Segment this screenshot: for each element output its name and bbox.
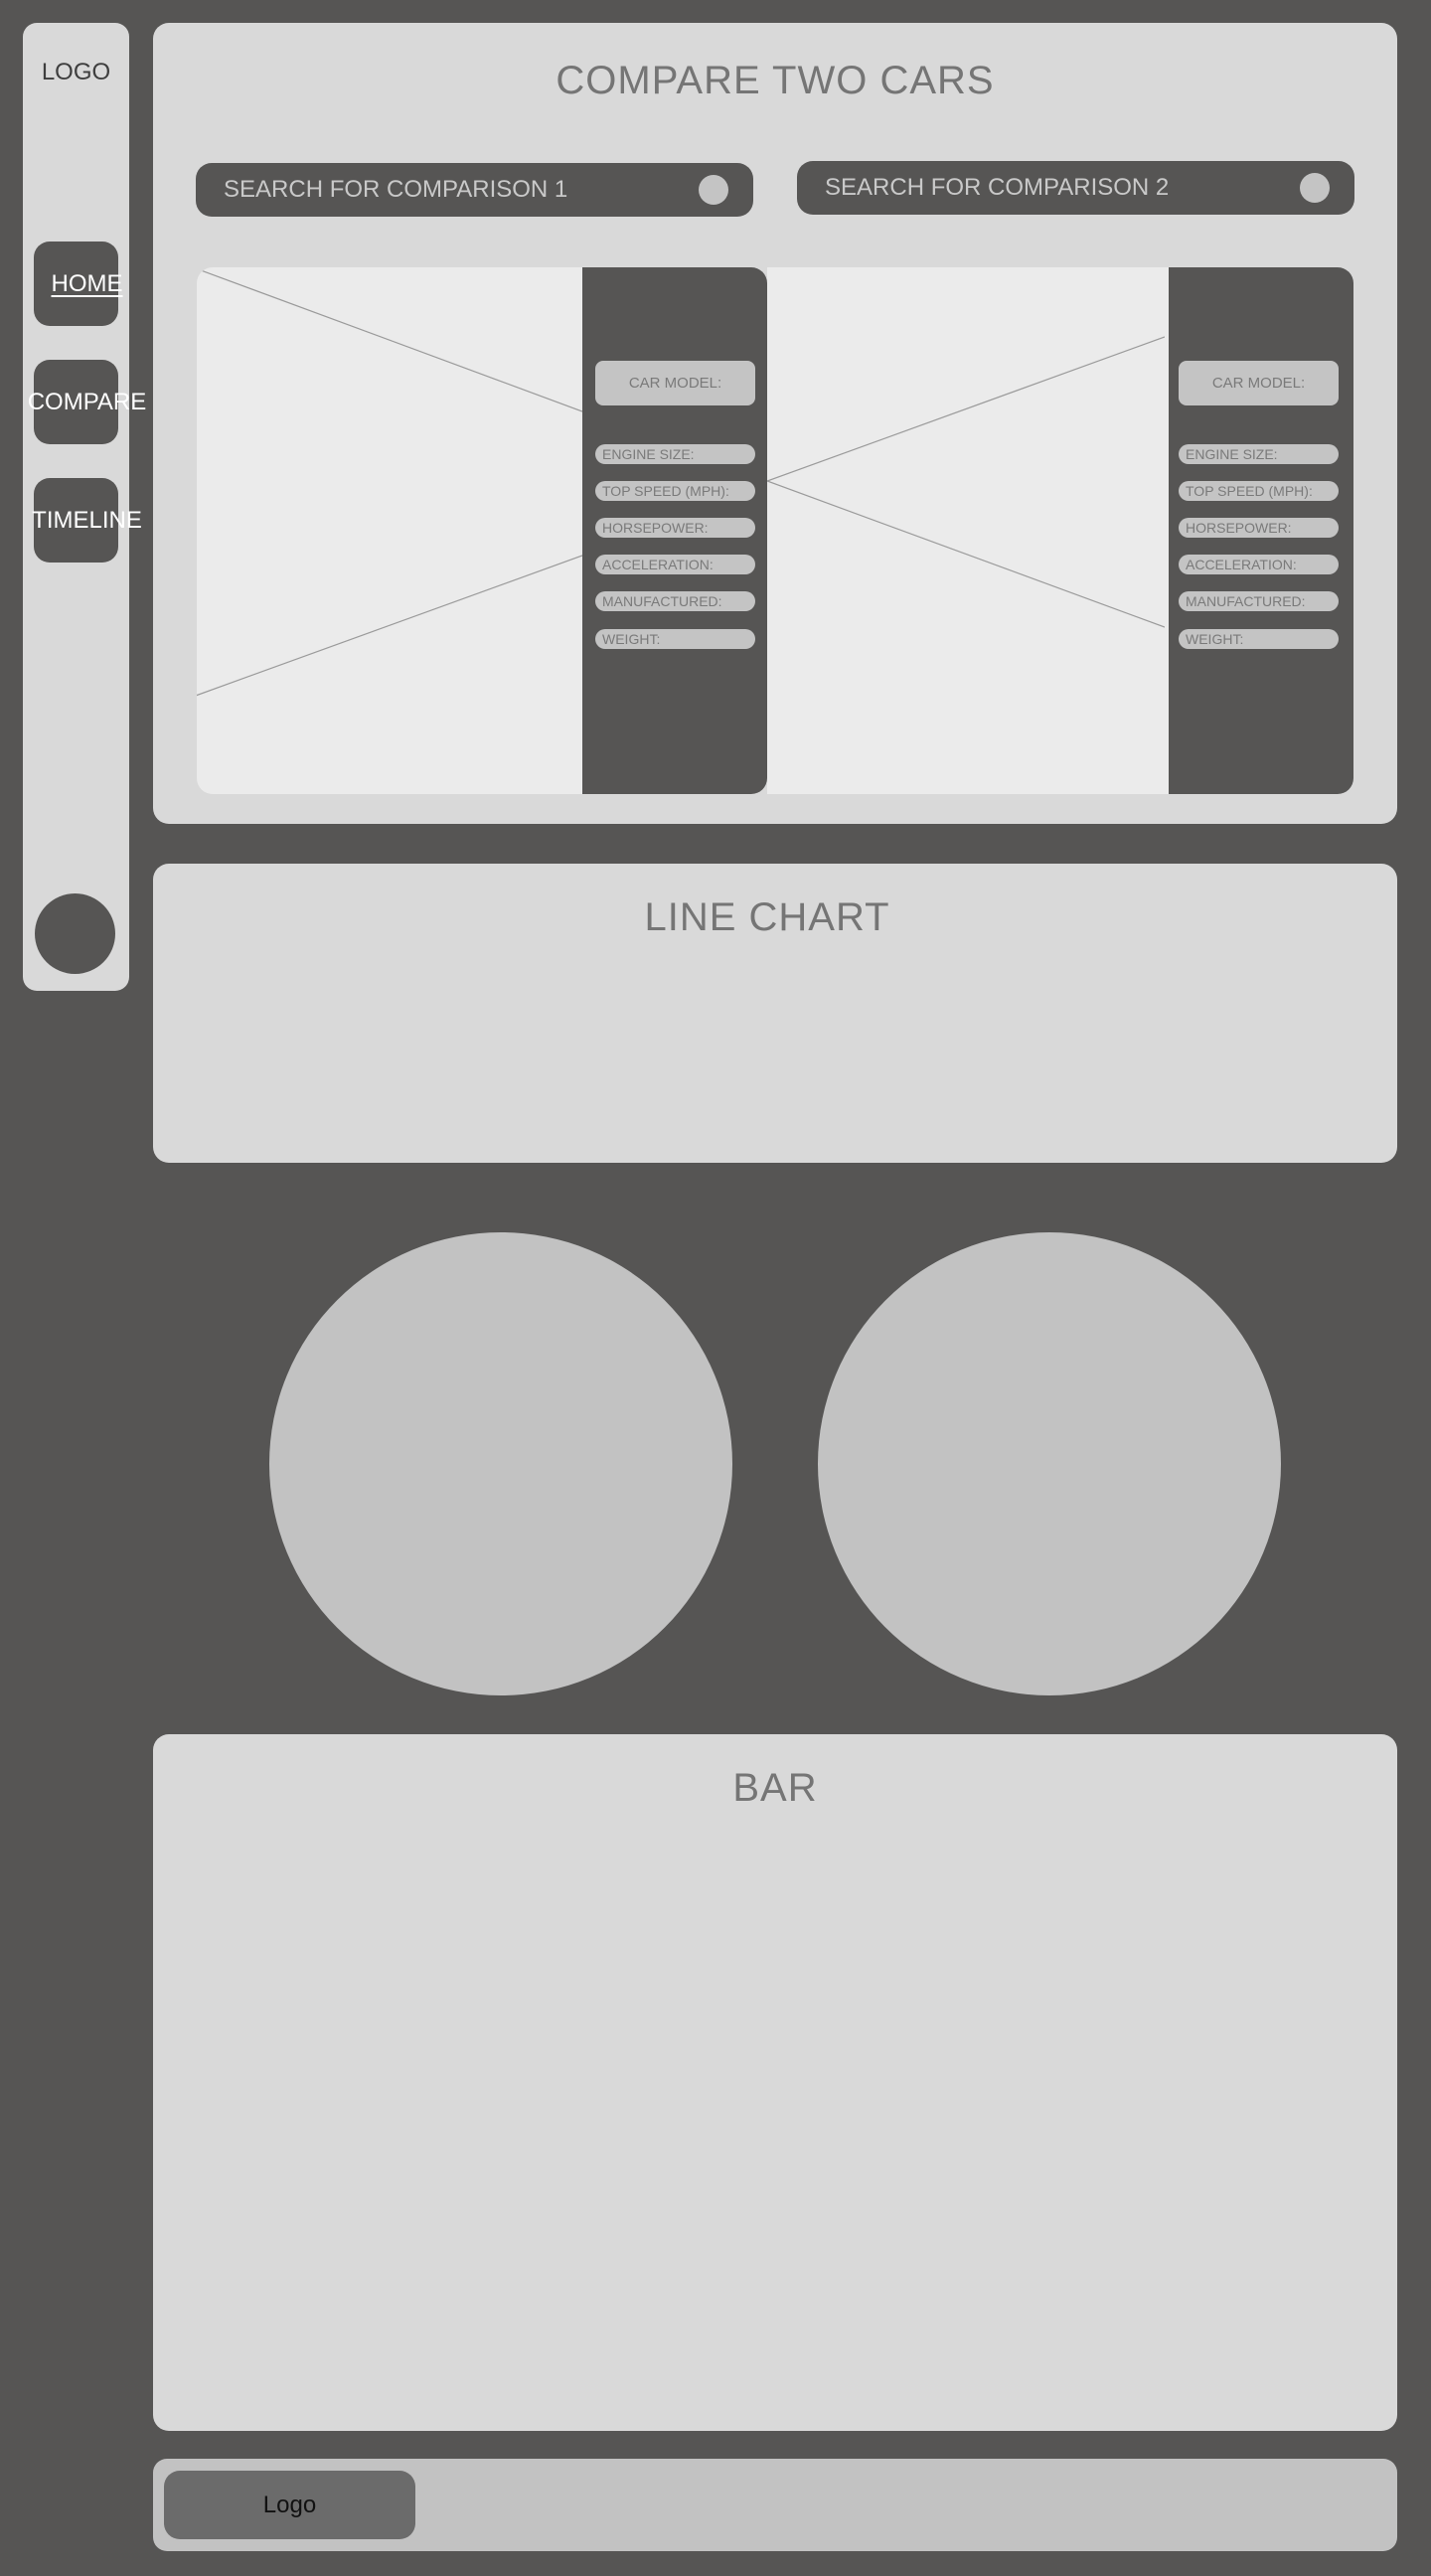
car-model-field[interactable]: CAR MODEL: [1179,361,1339,405]
spec-acceleration: ACCELERATION: [1179,555,1339,574]
search-2-placeholder: SEARCH FOR COMPARISON 2 [825,174,1170,201]
nav-compare-button[interactable]: COMPARE [28,360,146,444]
nav-home-label: HOME [51,270,123,297]
line-chart-title: LINE CHART [644,895,890,939]
spec-manufactured: MANUFACTURED: [1179,591,1339,611]
search-1-placeholder: SEARCH FOR COMPARISON 1 [224,176,568,203]
image-placeholder [767,336,1165,628]
spec-engine-size: ENGINE SIZE: [1179,444,1339,464]
spec-horsepower: HORSEPOWER: [595,518,755,538]
line-chart-panel: LINE CHART [153,864,1397,1163]
compare-panel: COMPARE TWO CARS SEARCH FOR COMPARISON 1… [153,23,1397,824]
nav-compare-label: COMPARE [27,389,147,415]
search-comparison-1[interactable]: SEARCH FOR COMPARISON 1 [196,163,753,217]
nav-home-button[interactable]: HOME [34,242,123,326]
spec-weight: WEIGHT: [595,629,755,649]
search-icon[interactable] [699,175,728,205]
car-card-2: CAR MODEL: ENGINE SIZE: TOP SPEED (MPH):… [767,267,1353,794]
search-comparison-2[interactable]: SEARCH FOR COMPARISON 2 [797,161,1354,215]
compare-title: COMPARE TWO CARS [556,59,995,102]
sidebar: LOGO HOME COMPARE TIMELINE [23,23,146,991]
spec-acceleration: ACCELERATION: [595,555,755,574]
car-card-1: CAR MODEL: ENGINE SIZE: TOP SPEED (MPH):… [197,267,767,794]
image-placeholder [197,267,582,697]
spec-column: CAR MODEL: ENGINE SIZE: TOP SPEED (MPH):… [1169,267,1353,794]
avatar[interactable] [35,893,115,974]
spec-engine-size: ENGINE SIZE: [595,444,755,464]
car-model-field[interactable]: CAR MODEL: [595,361,755,405]
footer: Logo [153,2459,1397,2551]
spec-top-speed: TOP SPEED (MPH): [595,481,755,501]
nav-timeline-button[interactable]: TIMELINE [32,478,142,563]
footer-logo[interactable]: Logo [164,2471,415,2539]
bar-chart-title: BAR [732,1766,818,1810]
pie-chart-2 [818,1232,1281,1695]
spec-column: CAR MODEL: ENGINE SIZE: TOP SPEED (MPH):… [582,267,767,794]
search-icon[interactable] [1300,173,1330,203]
spec-horsepower: HORSEPOWER: [1179,518,1339,538]
sidebar-logo: LOGO [41,59,111,85]
bar-chart-panel: BAR [153,1734,1397,2431]
spec-weight: WEIGHT: [1179,629,1339,649]
spec-top-speed: TOP SPEED (MPH): [1179,481,1339,501]
nav-timeline-label: TIMELINE [32,507,142,534]
pie-chart-1 [269,1232,732,1695]
spec-manufactured: MANUFACTURED: [595,591,755,611]
